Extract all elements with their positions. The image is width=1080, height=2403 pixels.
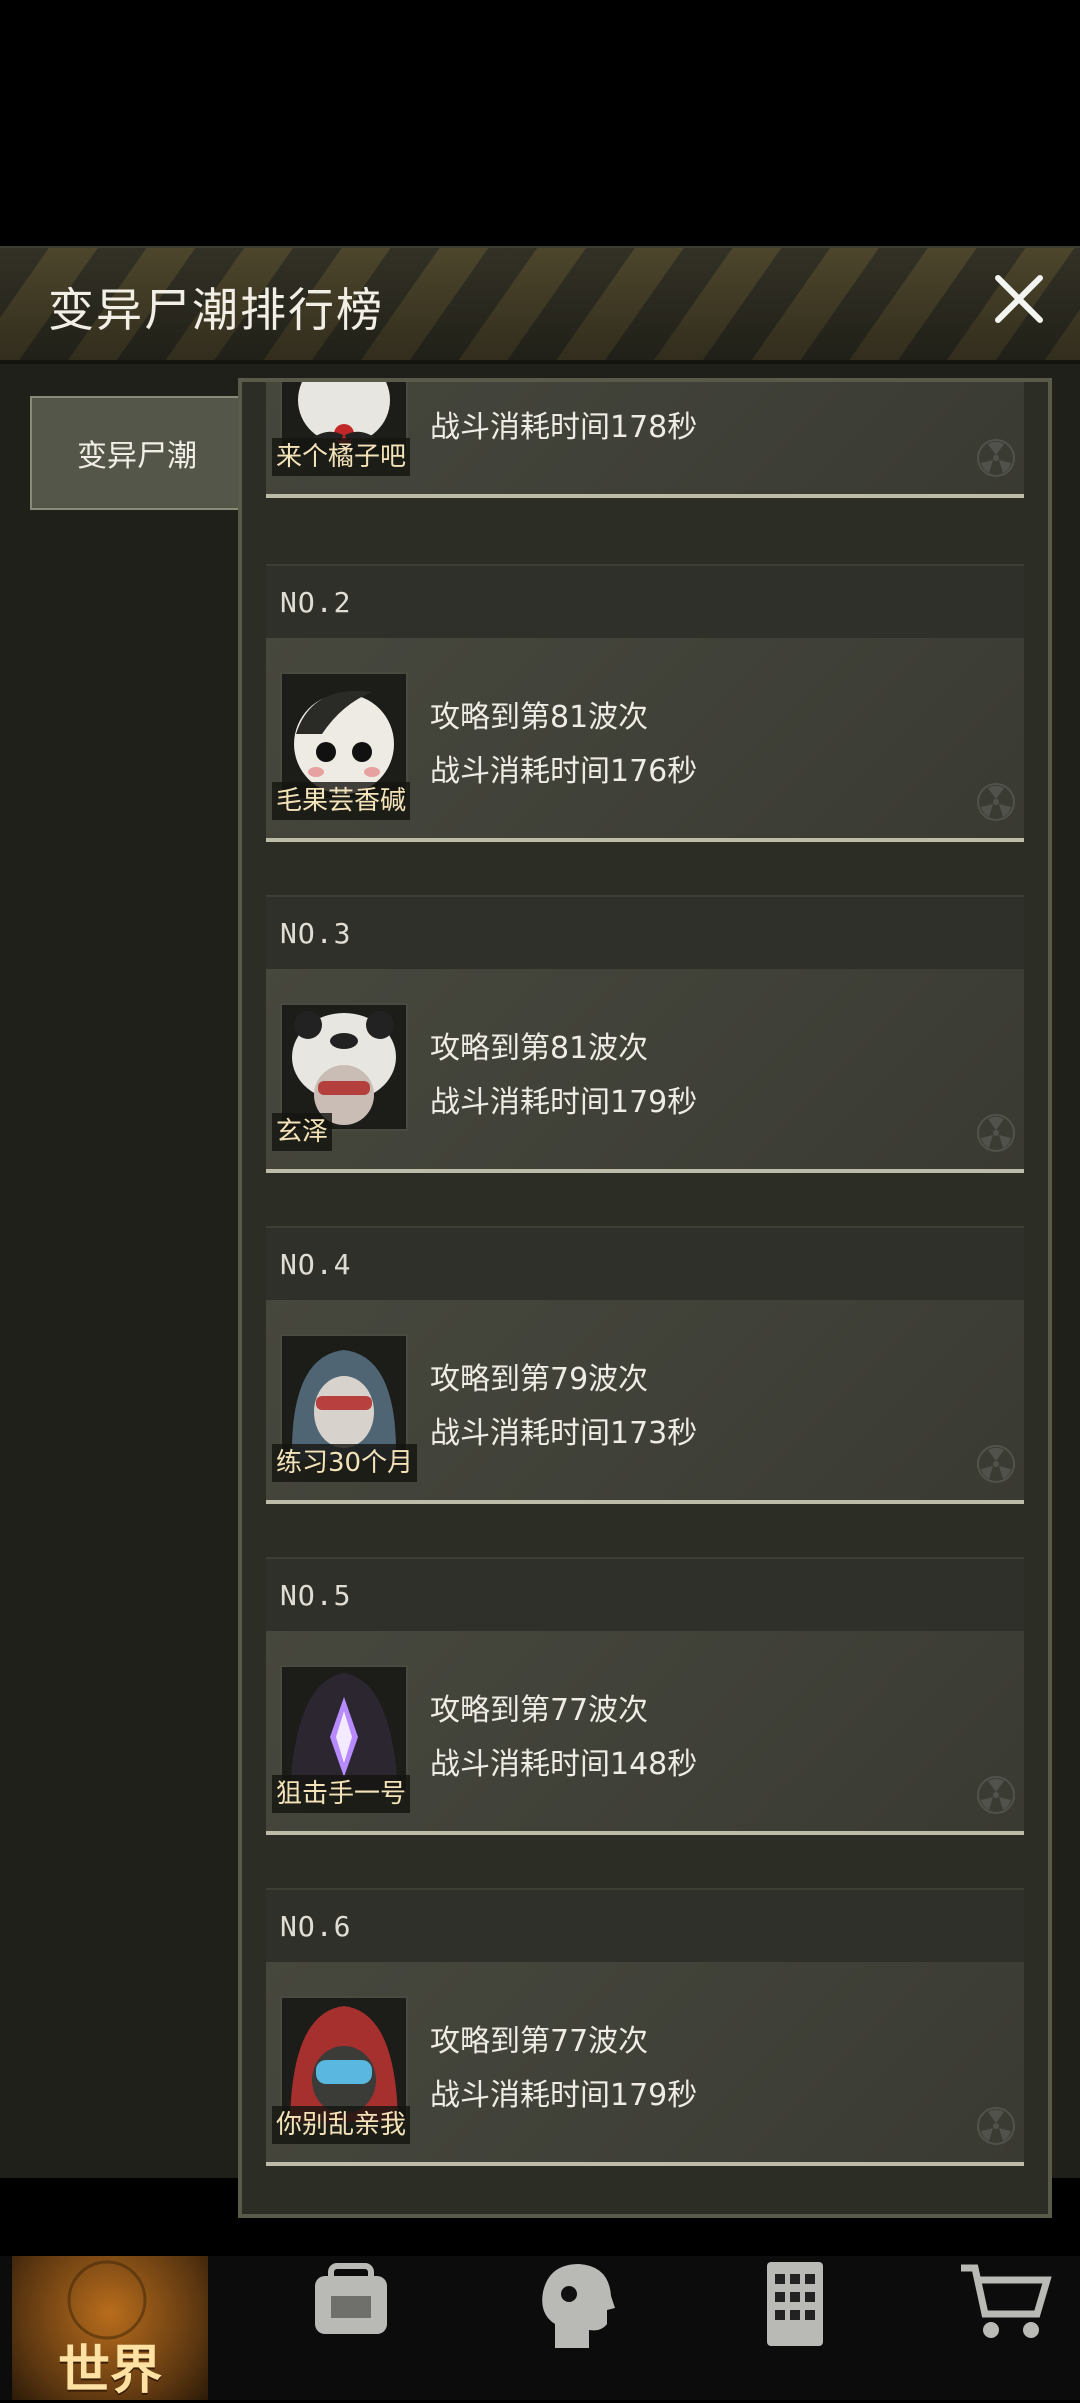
leaderboard-dialog: 变异尸潮排行榜 变异尸潮 来个橘子吧 战斗消耗时间178秒 NO.2 毛果芸香碱…: [0, 246, 1080, 2218]
wave-reached-text: 攻略到第81波次: [430, 1031, 649, 1066]
player-name: 玄泽: [272, 1113, 333, 1151]
radiation-icon: [977, 1114, 1015, 1152]
avatar: [280, 1003, 408, 1131]
tab-mutant-horde[interactable]: 变异尸潮: [30, 396, 242, 510]
radiation-icon: [977, 1776, 1015, 1814]
player-name: 练习30个月: [272, 1444, 418, 1482]
battle-time-text: 战斗消耗时间178秒: [430, 410, 698, 445]
battle-time-text: 战斗消耗时间173秒: [430, 1416, 698, 1451]
player-name: 毛果芸香碱: [272, 782, 411, 820]
entry-card: 狙击手一号 攻略到第77波次 战斗消耗时间148秒: [266, 1631, 1024, 1835]
list-item: NO.2 毛果芸香碱 攻略到第81波次 战斗消耗时间176秒: [266, 564, 1024, 842]
list-item: NO.5 狙击手一号 攻略到第77波次 战斗消耗时间148秒: [266, 1557, 1024, 1835]
shop-nav-button[interactable]: [910, 2256, 1080, 2400]
entry-card: 你别乱亲我 攻略到第77波次 战斗消耗时间179秒: [266, 1962, 1024, 2166]
character-head-icon: [542, 2264, 615, 2348]
world-nav-label: 世界: [57, 2341, 162, 2401]
character-nav-button[interactable]: [480, 2256, 670, 2400]
player-name: 来个橘子吧: [272, 438, 411, 476]
world-nav-button[interactable]: 世界: [12, 2256, 208, 2401]
battle-time-text: 战斗消耗时间148秒: [430, 1747, 698, 1782]
rank-label: NO.4: [266, 1226, 1024, 1300]
rank-label: NO.5: [266, 1557, 1024, 1631]
radiation-icon: [977, 783, 1015, 821]
close-icon[interactable]: [984, 264, 1054, 334]
bottom-nav: 世界: [0, 2256, 1080, 2401]
list-item: NO.3 玄泽 攻略到第81波次 战斗消耗时间179秒: [266, 895, 1024, 1173]
wave-reached-text: 攻略到第79波次: [430, 1362, 649, 1397]
player-name: 狙击手一号: [272, 1775, 411, 1813]
dialog-title: 变异尸潮排行榜: [48, 283, 384, 337]
wave-reached-text: 攻略到第77波次: [430, 2024, 649, 2059]
rank-label: NO.3: [266, 895, 1024, 969]
avatar: [280, 672, 408, 800]
avatar: [280, 1996, 408, 2124]
dialog-title-bar: 变异尸潮排行榜: [0, 248, 1080, 364]
list-item: NO.4 练习30个月 攻略到第79波次 战斗消耗时间173秒: [266, 1226, 1024, 1504]
radiation-icon: [977, 439, 1015, 477]
rank-label: NO.2: [266, 564, 1024, 638]
list-item: 来个橘子吧 战斗消耗时间178秒: [266, 382, 1024, 498]
entry-card: 毛果芸香碱 攻略到第81波次 战斗消耗时间176秒: [266, 638, 1024, 842]
backpack-nav-button[interactable]: [256, 2256, 446, 2400]
backpack-icon: [315, 2263, 387, 2334]
battle-time-text: 战斗消耗时间176秒: [430, 754, 698, 789]
radiation-icon: [977, 1445, 1015, 1483]
leaderboard-list[interactable]: 来个橘子吧 战斗消耗时间178秒 NO.2 毛果芸香碱 攻略到第81波次 战斗消…: [238, 378, 1052, 2218]
battle-time-text: 战斗消耗时间179秒: [430, 2078, 698, 2113]
entry-card: 练习30个月 攻略到第79波次 战斗消耗时间173秒: [266, 1300, 1024, 1504]
battle-time-text: 战斗消耗时间179秒: [430, 1085, 698, 1120]
cart-icon: [961, 2264, 1052, 2338]
entry-card: 来个橘子吧 战斗消耗时间178秒: [266, 382, 1024, 498]
building-nav-button[interactable]: [700, 2256, 890, 2400]
wave-reached-text: 攻略到第81波次: [430, 700, 649, 735]
entry-card: 玄泽 攻略到第81波次 战斗消耗时间179秒: [266, 969, 1024, 1173]
avatar: [280, 1665, 408, 1793]
building-icon: [767, 2262, 823, 2346]
rank-label: NO.6: [266, 1888, 1024, 1962]
player-name: 你别乱亲我: [272, 2106, 411, 2144]
radiation-icon: [977, 2107, 1015, 2145]
list-item: NO.6 你别乱亲我 攻略到第77波次 战斗消耗时间179秒: [266, 1888, 1024, 2166]
wave-reached-text: 攻略到第77波次: [430, 1693, 649, 1728]
avatar: [280, 1334, 408, 1462]
